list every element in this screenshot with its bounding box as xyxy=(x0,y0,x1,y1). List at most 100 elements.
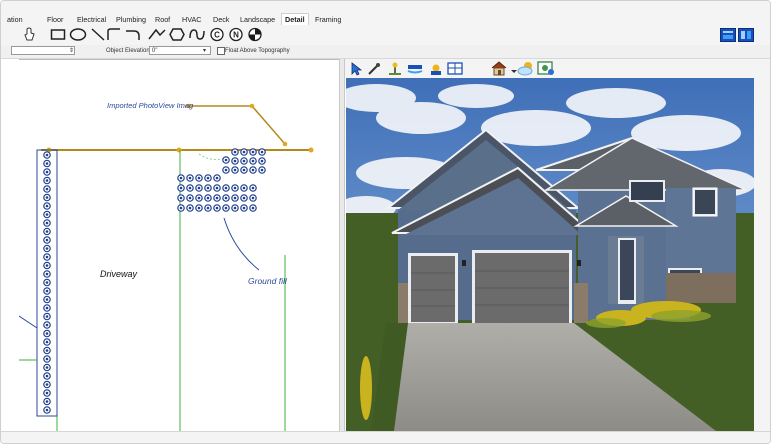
plant-symbol[interactable] xyxy=(231,194,239,202)
tab-electrical[interactable]: Electrical xyxy=(77,15,106,25)
plant-symbol[interactable] xyxy=(43,202,51,210)
plant-symbol[interactable] xyxy=(204,184,212,192)
plant-symbol[interactable] xyxy=(195,194,203,202)
plant-symbol[interactable] xyxy=(213,184,221,192)
plant-symbol[interactable] xyxy=(204,174,212,182)
north-arrow-icon[interactable]: N xyxy=(229,27,243,42)
tab-landscape[interactable]: Landscape xyxy=(240,15,275,25)
plant-symbol[interactable] xyxy=(177,174,185,182)
plant-symbol[interactable] xyxy=(195,204,203,212)
text-icon[interactable] xyxy=(22,27,36,42)
float-checkbox[interactable] xyxy=(217,47,225,55)
tab-navigation[interactable]: ation xyxy=(7,15,23,25)
plant-symbol[interactable] xyxy=(43,185,51,193)
plant-symbol[interactable] xyxy=(213,194,221,202)
layout-window-icon[interactable] xyxy=(720,28,736,42)
tab-framing[interactable]: Framing xyxy=(315,15,341,25)
plant-symbol[interactable] xyxy=(177,184,185,192)
plant-symbol[interactable] xyxy=(43,338,51,346)
plant-symbol[interactable] xyxy=(43,329,51,338)
plant-symbol[interactable] xyxy=(240,184,248,192)
plant-symbol[interactable] xyxy=(43,227,51,236)
plant-symbol[interactable] xyxy=(195,174,203,182)
plan-drawing[interactable] xyxy=(19,60,339,432)
plant-symbol[interactable] xyxy=(213,174,221,182)
plant-symbol[interactable] xyxy=(186,184,194,192)
dim-icon[interactable] xyxy=(248,27,262,42)
plant-symbol[interactable] xyxy=(43,168,51,176)
plant-symbol[interactable] xyxy=(186,174,194,182)
plant-symbol[interactable] xyxy=(231,157,239,165)
tab-roof[interactable]: Roof xyxy=(155,15,170,25)
tab-floor[interactable]: Floor xyxy=(47,15,63,25)
plant-symbol[interactable] xyxy=(231,204,239,212)
hexagon-icon[interactable] xyxy=(169,27,185,42)
tab-plumbing[interactable]: Plumbing xyxy=(116,15,146,25)
plant-symbol[interactable] xyxy=(249,204,257,212)
plant-symbol[interactable] xyxy=(43,363,51,372)
plant-symbol[interactable] xyxy=(43,372,51,380)
plant-symbol[interactable] xyxy=(43,176,51,185)
plant-symbol[interactable] xyxy=(43,304,51,312)
arc-icon[interactable] xyxy=(107,27,121,42)
plant-symbol[interactable] xyxy=(43,397,51,406)
polyline-icon[interactable] xyxy=(148,27,166,42)
cad-c-icon[interactable]: C xyxy=(210,27,224,42)
plant-symbol[interactable] xyxy=(240,148,248,156)
sun-icon[interactable] xyxy=(428,61,444,76)
plant-symbol[interactable] xyxy=(249,184,257,192)
paint-icon[interactable] xyxy=(407,61,423,76)
plant-symbol[interactable] xyxy=(222,166,230,174)
plant-symbol[interactable] xyxy=(231,166,239,174)
view-splitter[interactable] xyxy=(339,59,345,431)
plant-symbol[interactable] xyxy=(249,166,257,174)
circle-icon[interactable] xyxy=(69,27,87,42)
plant-symbol[interactable] xyxy=(43,312,51,321)
plant-symbol[interactable] xyxy=(43,355,51,363)
3d-render-view[interactable] xyxy=(346,78,754,431)
spinner-icon[interactable]: ⇕ xyxy=(69,47,74,54)
plant-symbol[interactable] xyxy=(258,148,266,156)
plant-symbol[interactable] xyxy=(204,194,212,202)
plant-symbol[interactable] xyxy=(249,194,257,202)
options-field[interactable] xyxy=(11,46,75,55)
line-icon[interactable] xyxy=(91,27,105,42)
plant-symbol[interactable] xyxy=(222,184,230,192)
plant-symbol[interactable] xyxy=(43,287,51,295)
plant-symbol[interactable] xyxy=(213,204,221,212)
plant-symbol[interactable] xyxy=(186,204,194,212)
plant-symbol[interactable] xyxy=(43,270,51,278)
plant-symbol[interactable] xyxy=(43,219,51,227)
plant-symbol[interactable] xyxy=(249,148,257,156)
eyedropper-icon[interactable] xyxy=(367,62,381,76)
plant-symbol[interactable] xyxy=(43,321,51,329)
object-elevation-field[interactable]: 0" xyxy=(149,46,211,55)
plant-symbol[interactable] xyxy=(43,389,51,397)
split-window-icon[interactable] xyxy=(738,28,754,42)
plant-symbol[interactable] xyxy=(43,210,51,219)
plant-symbol[interactable] xyxy=(43,346,51,355)
plant-symbol[interactable] xyxy=(222,194,230,202)
plant-symbol[interactable] xyxy=(195,184,203,192)
plant-symbol[interactable] xyxy=(258,166,266,174)
plant-symbol[interactable] xyxy=(240,157,248,165)
sprinkler-icon[interactable] xyxy=(387,61,403,76)
layout-icon[interactable] xyxy=(447,61,463,76)
plant-symbol[interactable] xyxy=(43,151,51,159)
plant-symbol[interactable] xyxy=(204,204,212,212)
plant-symbol[interactable] xyxy=(231,148,239,156)
plant-symbol[interactable] xyxy=(186,194,194,202)
plant-symbol[interactable] xyxy=(43,406,51,414)
tab-hvac[interactable]: HVAC xyxy=(182,15,201,25)
plant-symbol[interactable] xyxy=(240,204,248,212)
plant-symbol[interactable] xyxy=(240,166,248,174)
spline-icon[interactable] xyxy=(189,27,205,42)
tab-deck[interactable]: Deck xyxy=(213,15,229,25)
plant-symbol[interactable] xyxy=(43,295,51,304)
plant-symbol[interactable] xyxy=(43,278,51,287)
plant-symbol[interactable] xyxy=(222,156,230,164)
render-icon[interactable] xyxy=(537,60,555,76)
plant-symbol[interactable] xyxy=(258,157,266,165)
plant-symbol[interactable] xyxy=(43,380,51,389)
rectangle-icon[interactable] xyxy=(50,27,66,42)
